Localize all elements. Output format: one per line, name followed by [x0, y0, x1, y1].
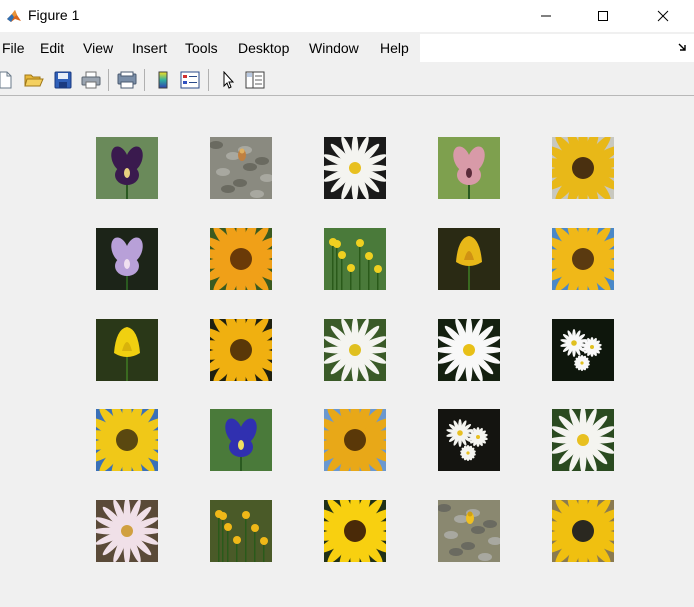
menu-help[interactable]: Help	[380, 40, 409, 56]
menu-bar: File Edit View Insert Tools Desktop Wind…	[0, 34, 694, 62]
window-title: Figure 1	[28, 7, 80, 23]
flower-image	[324, 319, 386, 381]
minimize-button[interactable]	[523, 0, 569, 32]
menu-desktop[interactable]: Desktop	[238, 40, 289, 56]
menu-view[interactable]: View	[83, 40, 113, 56]
matlab-logo-icon	[7, 10, 21, 22]
print-button[interactable]	[80, 69, 102, 91]
maximize-icon	[598, 11, 608, 21]
toolbar-separator	[208, 69, 209, 91]
flower-image	[210, 409, 272, 471]
flower-image	[438, 137, 500, 199]
toolbar-separator	[108, 69, 109, 91]
figure-canvas	[0, 97, 694, 607]
new-figure-button[interactable]	[0, 69, 16, 91]
edit-plot-button[interactable]	[217, 69, 239, 91]
print-icon	[81, 71, 101, 89]
flower-image	[96, 319, 158, 381]
save-button[interactable]	[52, 69, 74, 91]
save-icon	[54, 71, 72, 89]
toolbar-separator	[144, 69, 145, 91]
flower-image	[438, 228, 500, 290]
insert-legend-icon	[180, 71, 200, 89]
flower-image	[324, 409, 386, 471]
flower-image	[552, 137, 614, 199]
flower-image	[96, 228, 158, 290]
property-inspector-icon	[245, 71, 265, 89]
flower-image	[210, 228, 272, 290]
flower-image	[438, 319, 500, 381]
print-preview-button[interactable]	[116, 69, 138, 91]
flower-image	[96, 500, 158, 562]
print-preview-icon	[117, 71, 137, 89]
maximize-button[interactable]	[580, 0, 626, 32]
flower-image	[438, 409, 500, 471]
close-button[interactable]	[640, 0, 686, 32]
figure-toolbar	[0, 64, 694, 96]
flower-image	[210, 319, 272, 381]
insert-colorbar-icon	[158, 71, 168, 89]
menu-edit[interactable]: Edit	[40, 40, 64, 56]
new-figure-icon	[0, 71, 12, 89]
flower-image	[96, 409, 158, 471]
open-file-button[interactable]	[23, 69, 45, 91]
flower-image	[438, 500, 500, 562]
flower-image	[210, 137, 272, 199]
close-icon	[657, 10, 669, 22]
edit-plot-icon	[223, 71, 235, 89]
menu-window[interactable]: Window	[309, 40, 359, 56]
flower-image	[552, 409, 614, 471]
flower-image	[552, 500, 614, 562]
property-inspector-button[interactable]	[244, 69, 266, 91]
flower-image	[210, 500, 272, 562]
open-file-icon	[24, 74, 44, 87]
flower-image	[324, 228, 386, 290]
menu-insert[interactable]: Insert	[132, 40, 167, 56]
flower-image	[96, 137, 158, 199]
menu-bar-spacer	[420, 34, 694, 62]
minimize-icon	[541, 15, 551, 17]
flower-image	[552, 319, 614, 381]
insert-colorbar-button[interactable]	[152, 69, 174, 91]
title-bar: Figure 1	[0, 0, 694, 32]
insert-legend-button[interactable]	[179, 69, 201, 91]
flower-image	[324, 500, 386, 562]
flower-image	[324, 137, 386, 199]
menu-tools[interactable]: Tools	[185, 40, 218, 56]
dock-figure-icon[interactable]	[677, 42, 689, 54]
menu-file[interactable]: File	[2, 40, 25, 56]
flower-image	[552, 228, 614, 290]
